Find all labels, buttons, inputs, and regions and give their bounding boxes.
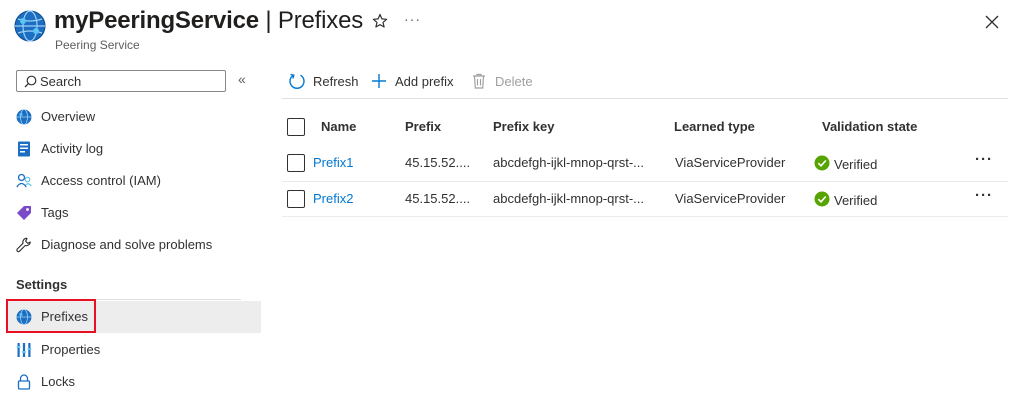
verified-check-icon <box>814 191 830 207</box>
add-prefix-label: Add prefix <box>395 73 454 89</box>
learned-type-value: ViaServiceProvider <box>675 191 786 206</box>
sidebar-item-label: Tags <box>41 205 69 220</box>
sidebar-item-label: Activity log <box>41 141 104 156</box>
refresh-button[interactable]: Refresh <box>288 70 359 92</box>
resource-name: myPeeringService <box>54 7 259 34</box>
validation-state-label: Verified <box>834 157 878 172</box>
verified-check-icon <box>814 155 830 171</box>
row-more-options-icon[interactable]: ··· <box>975 187 993 204</box>
blade-header: myPeeringService | Prefixes Peering Serv… <box>0 0 1023 60</box>
properties-icon <box>16 343 32 357</box>
collapse-sidebar-icon[interactable]: « <box>238 71 246 87</box>
learned-type-value: ViaServiceProvider <box>675 155 786 170</box>
row-checkbox[interactable] <box>287 190 305 208</box>
prefix-value: 45.15.52.... <box>405 191 471 206</box>
prefix-name-link[interactable]: Prefix2 <box>313 191 353 206</box>
prefix-value: 45.15.52.... <box>405 155 471 170</box>
column-header-prefix[interactable]: Prefix <box>405 119 441 134</box>
validation-state-label: Verified <box>834 193 878 208</box>
search-icon <box>24 75 37 88</box>
title-separator: | <box>265 7 272 34</box>
search-input[interactable] <box>40 73 220 89</box>
select-all-checkbox[interactable] <box>287 118 305 136</box>
sidebar-item-label: Locks <box>41 374 75 389</box>
sidebar-item-label: Overview <box>41 109 96 124</box>
trash-icon <box>473 73 485 89</box>
sidebar-item-tags[interactable]: Tags <box>8 197 261 229</box>
refresh-label: Refresh <box>313 73 359 89</box>
prefix-name-link[interactable]: Prefix1 <box>313 155 353 170</box>
sidebar-item-activity-log[interactable]: Activity log <box>8 133 261 165</box>
refresh-icon <box>289 73 305 89</box>
prefix-key-value: abcdefgh-ijkl-mnop-qrst-... <box>493 191 644 206</box>
prefix-key-value: abcdefgh-ijkl-mnop-qrst-... <box>493 155 644 170</box>
tag-icon <box>17 206 31 220</box>
activity-log-icon <box>18 141 30 157</box>
row-divider <box>282 216 1008 217</box>
row-checkbox[interactable] <box>287 154 305 172</box>
delete-label: Delete <box>495 73 533 89</box>
column-header-prefix-key[interactable]: Prefix key <box>493 119 554 134</box>
people-icon <box>16 173 32 188</box>
resource-type-subtitle: Peering Service <box>55 38 140 52</box>
highlight-outline <box>6 299 96 333</box>
lock-icon <box>17 374 31 390</box>
delete-button[interactable]: Delete <box>470 70 533 92</box>
row-divider <box>282 181 1008 182</box>
favorite-star-icon[interactable] <box>372 13 388 29</box>
validation-status: Verified <box>814 154 877 172</box>
page-title: myPeeringService | Prefixes <box>54 7 363 35</box>
settings-section-heading: Settings <box>16 277 68 292</box>
toolbar-divider <box>282 98 1008 99</box>
validation-status: Verified <box>814 190 877 208</box>
peering-service-globe-icon <box>14 10 46 42</box>
sidebar-item-overview[interactable]: Overview <box>8 101 261 133</box>
search-box[interactable] <box>16 70 226 92</box>
sidebar-item-locks[interactable]: Locks <box>8 366 261 398</box>
wrench-icon <box>16 237 31 253</box>
sidebar-item-access-control[interactable]: Access control (IAM) <box>8 165 261 197</box>
sidebar-item-label: Diagnose and solve problems <box>41 237 213 252</box>
more-options-icon[interactable]: ··· <box>404 11 421 27</box>
close-icon[interactable] <box>985 15 999 29</box>
plus-icon <box>372 74 386 88</box>
column-header-name[interactable]: Name <box>321 119 356 134</box>
globe-icon <box>16 109 32 125</box>
sidebar-item-label: Access control (IAM) <box>41 173 161 188</box>
column-header-learned-type[interactable]: Learned type <box>674 119 755 134</box>
sidebar-item-properties[interactable]: Properties <box>8 334 261 366</box>
add-prefix-button[interactable]: Add prefix <box>370 70 454 92</box>
sidebar-item-label: Properties <box>41 342 101 357</box>
row-more-options-icon[interactable]: ··· <box>975 151 993 168</box>
column-header-validation-state[interactable]: Validation state <box>822 119 917 134</box>
sidebar-item-diagnose[interactable]: Diagnose and solve problems <box>8 229 261 261</box>
blade-name: Prefixes <box>277 7 364 34</box>
